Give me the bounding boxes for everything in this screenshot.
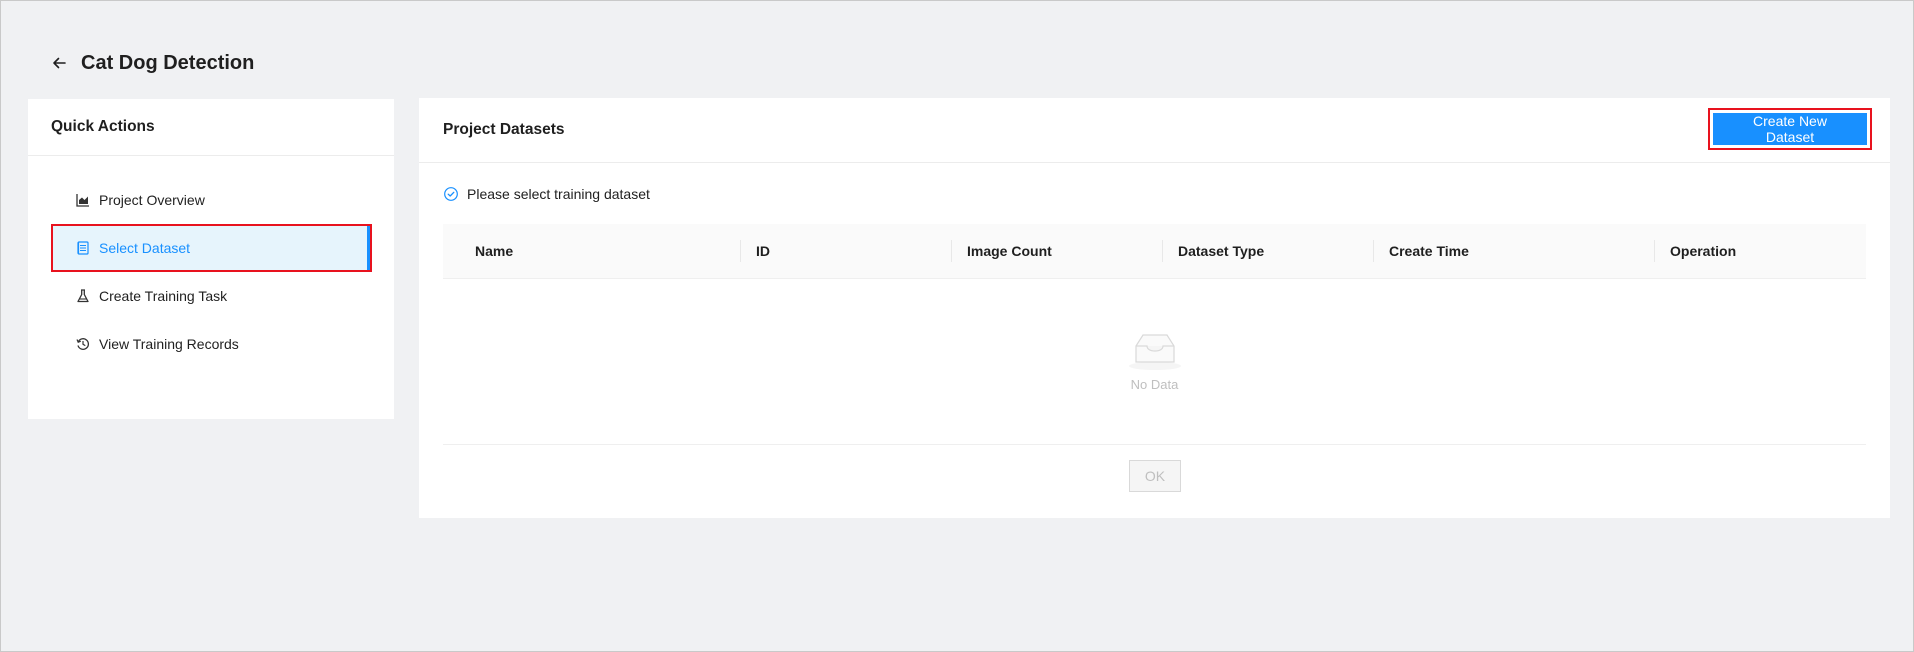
menu-item-create-training-task[interactable]: Create Training Task bbox=[53, 274, 370, 318]
area-chart-icon bbox=[75, 192, 91, 208]
menu-item-label: Project Overview bbox=[99, 192, 205, 208]
column-header-image-count[interactable]: Image Count bbox=[951, 224, 1162, 278]
arrow-left-icon[interactable] bbox=[49, 53, 69, 73]
column-header-id[interactable]: ID bbox=[740, 224, 951, 278]
column-header-name[interactable]: Name bbox=[443, 224, 740, 278]
menu-item-label: Create Training Task bbox=[99, 288, 228, 304]
hint-text: Please select training dataset bbox=[467, 186, 650, 202]
panel-header: Project Datasets Create New Dataset bbox=[419, 98, 1890, 163]
menu-item-select-dataset[interactable]: Select Dataset bbox=[51, 224, 372, 272]
flask-icon bbox=[75, 288, 91, 304]
column-header-dataset-type[interactable]: Dataset Type bbox=[1162, 224, 1373, 278]
check-circle-icon bbox=[444, 187, 458, 201]
create-button-highlight: Create New Dataset bbox=[1708, 108, 1872, 150]
column-header-create-time[interactable]: Create Time bbox=[1373, 224, 1654, 278]
empty-text: No Data bbox=[1130, 377, 1179, 392]
menu-item-label: View Training Records bbox=[99, 336, 239, 352]
menu-item-project-overview[interactable]: Project Overview bbox=[53, 178, 370, 222]
quick-actions-title: Quick Actions bbox=[28, 99, 394, 156]
create-new-dataset-button[interactable]: Create New Dataset bbox=[1713, 113, 1867, 145]
menu-item-label: Select Dataset bbox=[99, 240, 191, 256]
page-title: Cat Dog Detection bbox=[81, 51, 255, 74]
empty-state: No Data bbox=[443, 279, 1866, 445]
database-icon bbox=[75, 240, 91, 256]
menu-item-view-training-records[interactable]: View Training Records bbox=[53, 322, 370, 366]
selection-hint: Please select training dataset bbox=[443, 186, 650, 202]
table-header: Name ID Image Count Dataset Type Create … bbox=[443, 224, 1866, 279]
empty-inbox-icon bbox=[1128, 334, 1181, 370]
project-datasets-panel: Project Datasets Create New Dataset Plea… bbox=[419, 98, 1890, 518]
ok-button[interactable]: OK bbox=[1129, 460, 1181, 492]
quick-actions-menu: Project Overview Select Dataset Create T… bbox=[28, 156, 394, 366]
panel-title: Project Datasets bbox=[443, 121, 565, 138]
quick-actions-panel: Quick Actions Project Overview Select Da… bbox=[28, 99, 394, 419]
page-header: Cat Dog Detection bbox=[49, 49, 254, 77]
datasets-table: Name ID Image Count Dataset Type Create … bbox=[443, 224, 1866, 445]
history-icon bbox=[75, 336, 91, 352]
column-header-operation[interactable]: Operation bbox=[1654, 224, 1866, 278]
